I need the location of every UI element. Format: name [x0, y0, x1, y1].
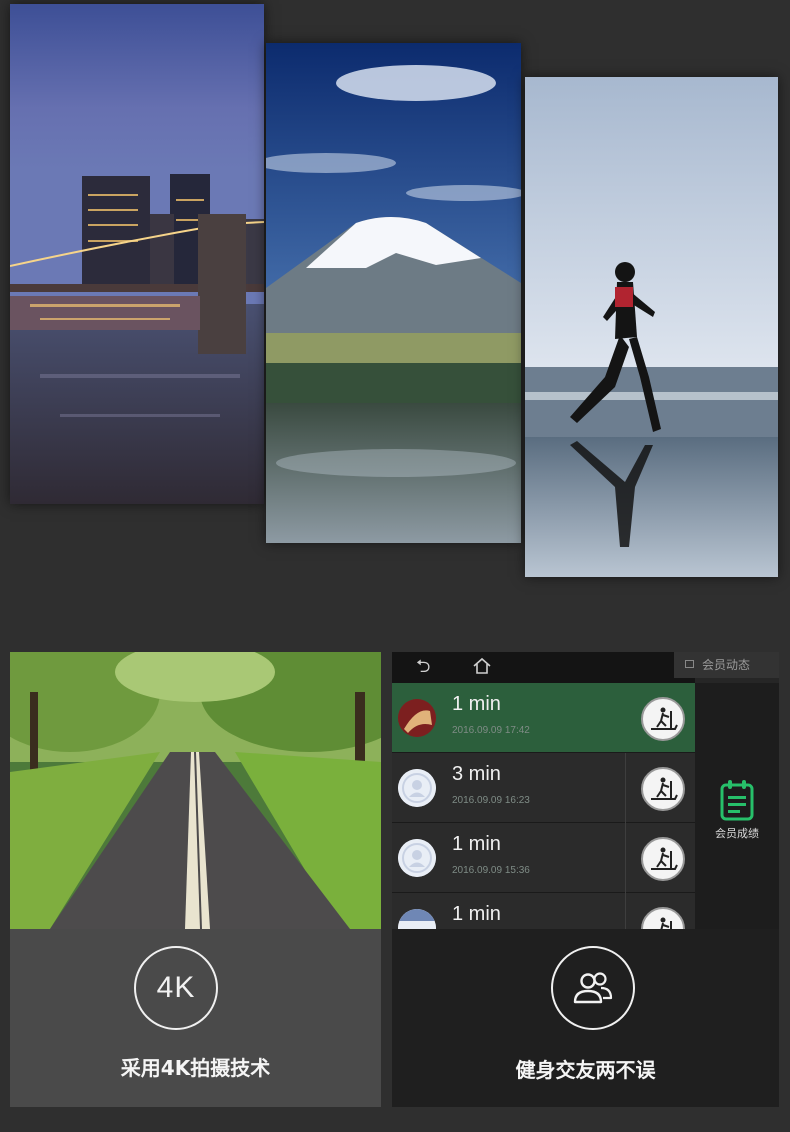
- photo-city-bridge: [10, 4, 264, 504]
- list-item[interactable]: 1 min 2016.09.09 15:36: [392, 823, 695, 893]
- avatar: [398, 909, 436, 929]
- sidebar-member-results-label: 会员成绩: [715, 827, 759, 840]
- tab-member-news[interactable]: 会员动态: [674, 652, 779, 678]
- record-date: 2016.09.09 17:42: [452, 725, 530, 736]
- 4k-badge-icon: 4K: [134, 946, 218, 1030]
- row-divider: [625, 893, 626, 929]
- list-item[interactable]: 3 min 2016.09.09 16:23: [392, 753, 695, 823]
- record-duration: 1 min: [452, 693, 501, 715]
- treadmill-icon: [641, 697, 685, 741]
- treadmill-icon: [641, 837, 685, 881]
- treadmill-icon: [641, 907, 685, 929]
- photo-mountain-lake: [266, 43, 521, 543]
- users-icon: [551, 946, 635, 1030]
- back-icon[interactable]: ⮌: [416, 656, 430, 678]
- picture-icon: [685, 660, 694, 668]
- row-divider: [625, 823, 626, 893]
- home-icon[interactable]: [472, 656, 492, 682]
- feature-4k-caption: 采用4K拍摄技术: [120, 1056, 271, 1080]
- sidebar-member-results[interactable]: 会员成绩: [695, 779, 779, 841]
- feature-social-caption: 健身交友两不误: [515, 1058, 656, 1082]
- record-duration: 1 min: [452, 903, 501, 925]
- treadmill-icon: [641, 767, 685, 811]
- record-date: 2016.09.09 16:23: [452, 795, 530, 806]
- list-item[interactable]: 1 min: [392, 893, 695, 929]
- app-topbar: ⮌: [392, 652, 695, 683]
- record-date: 2016.09.09 15:36: [452, 865, 530, 876]
- list-item[interactable]: 1 min 2016.09.09 17:42: [392, 683, 695, 753]
- avatar: [398, 839, 436, 877]
- record-duration: 1 min: [452, 833, 501, 855]
- clipboard-icon: [719, 779, 755, 821]
- app-sidebar: 会员成绩: [695, 683, 779, 929]
- member-record-list: 1 min 2016.09.09 17:42 3 min 2016.09.09 …: [392, 683, 695, 929]
- avatar: [398, 769, 436, 807]
- feature-4k-panel: 4K 采用4K拍摄技术: [10, 929, 381, 1107]
- fitness-app-screen: ⮌ 会员动态 1 min 2016.09.09 17:42 3 min 2016…: [392, 652, 779, 929]
- avatar: [398, 699, 436, 737]
- photo-runner-beach: [525, 77, 778, 577]
- feature-social-panel: 健身交友两不误: [392, 929, 779, 1107]
- row-divider: [625, 753, 626, 823]
- tab-member-news-label: 会员动态: [702, 658, 751, 672]
- photo-tree-lined-road: [10, 652, 381, 929]
- 4k-badge-label: 4K: [156, 971, 196, 1004]
- record-duration: 3 min: [452, 763, 501, 785]
